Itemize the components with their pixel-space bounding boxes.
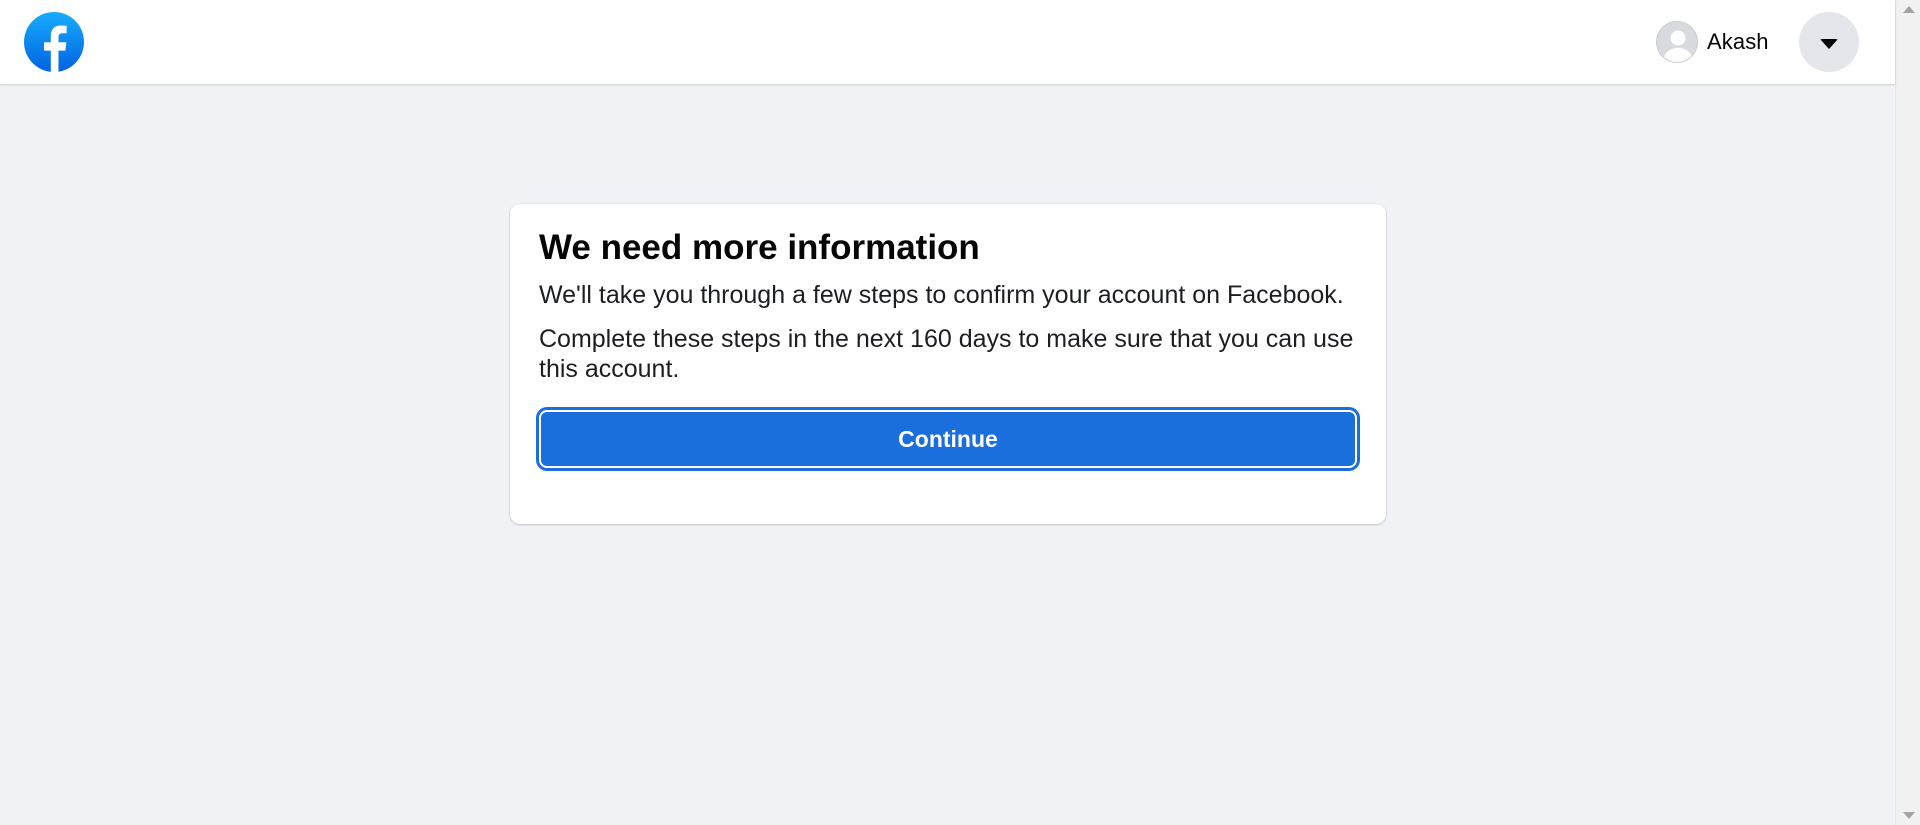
profile-name: Akash: [1707, 29, 1769, 54]
caret-down-icon: [1820, 38, 1838, 49]
facebook-logo-icon[interactable]: [24, 12, 84, 72]
continue-button[interactable]: Continue: [536, 407, 1360, 471]
account-menu-button[interactable]: [1799, 12, 1859, 72]
vertical-scrollbar[interactable]: [1895, 0, 1920, 825]
card-title: We need more information: [539, 228, 980, 267]
page: Akash We need more information We'll tak…: [0, 0, 1920, 825]
verification-card: We need more information We'll take you …: [510, 204, 1386, 524]
card-description: We'll take you through a few steps to co…: [539, 281, 1344, 309]
scroll-down-arrow-icon[interactable]: [1903, 812, 1915, 819]
scroll-up-arrow-icon[interactable]: [1903, 6, 1915, 13]
default-avatar-icon: [1656, 21, 1698, 63]
top-navigation-bar: Akash: [0, 0, 1895, 84]
card-deadline-text: Complete these steps in the next 160 day…: [539, 325, 1354, 383]
profile-button[interactable]: Akash: [1656, 20, 1769, 64]
